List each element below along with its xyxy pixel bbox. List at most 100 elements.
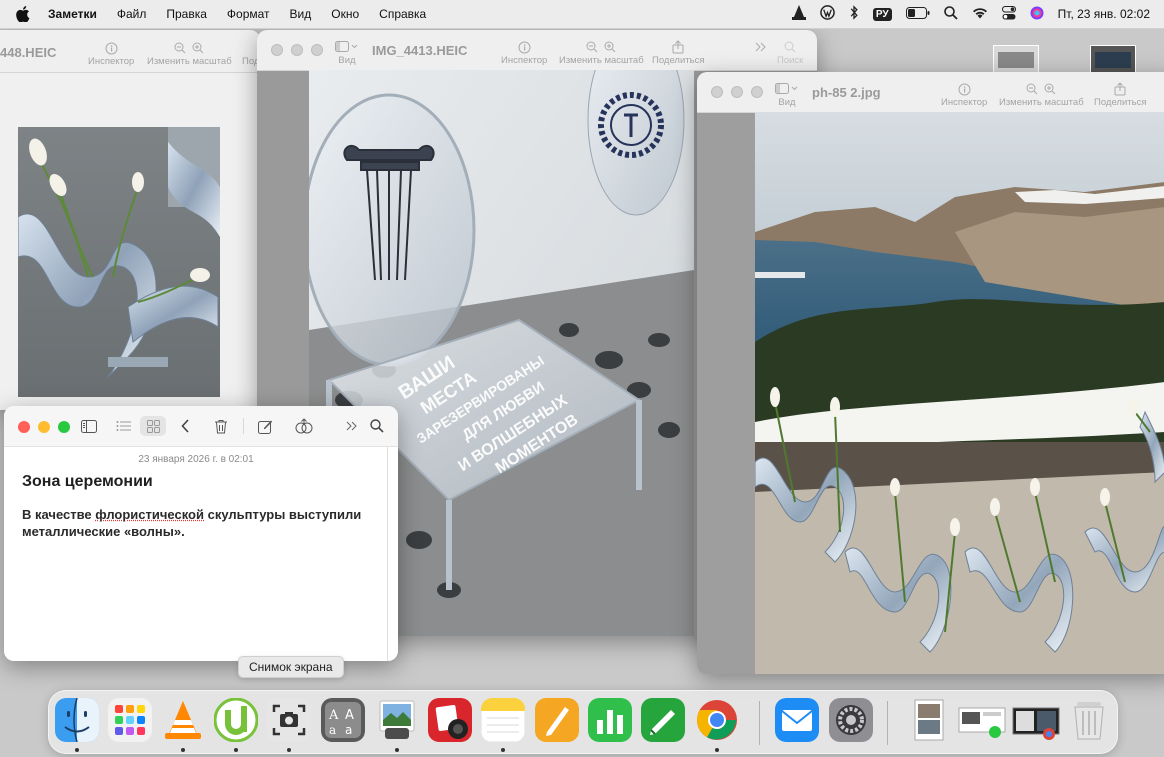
- view-button[interactable]: Вид: [335, 39, 359, 66]
- search-icon: [784, 39, 796, 55]
- close-button[interactable]: [18, 421, 30, 433]
- view-button[interactable]: Вид: [775, 81, 799, 108]
- window-toolbar: Вид ph-85 2.jpg Инспектор Изменить масшт…: [697, 72, 1164, 113]
- bluetooth-icon[interactable]: [849, 5, 859, 23]
- running-indicator: [715, 748, 719, 752]
- dock-window-thumbnail[interactable]: [1011, 698, 1061, 742]
- inspector-button[interactable]: Инспектор: [88, 40, 134, 67]
- list-view-icon[interactable]: [113, 417, 133, 435]
- sidebar-toggle-icon[interactable]: [79, 417, 99, 435]
- desktop-file-thumbnail[interactable]: [993, 45, 1039, 75]
- spotlight-icon[interactable]: [943, 5, 958, 23]
- dock-document-thumbnail[interactable]: [907, 698, 951, 742]
- search-icon[interactable]: [367, 417, 387, 435]
- svg-text:a: a: [329, 723, 336, 737]
- dock-notes-icon[interactable]: [481, 698, 525, 742]
- note-body[interactable]: В качестве флористической скульптуры выс…: [22, 506, 372, 540]
- view-label: Вид: [338, 55, 356, 66]
- dock-photobooth-icon[interactable]: [428, 698, 472, 742]
- wifi-icon[interactable]: [972, 7, 988, 22]
- close-button[interactable]: [271, 44, 283, 56]
- battery-icon[interactable]: [905, 6, 930, 22]
- dock-vlc-icon[interactable]: [161, 698, 205, 742]
- desktop-file-thumbnail[interactable]: [1090, 45, 1136, 75]
- share-label: Поделиться: [652, 55, 705, 66]
- zoom-label: Изменить масштаб: [999, 97, 1084, 108]
- dock-keynote-icon[interactable]: [641, 698, 685, 742]
- more-toolbar-icon[interactable]: [342, 417, 362, 435]
- dock-system-settings-icon[interactable]: [829, 698, 873, 742]
- notes-window: 23 января 2026 г. в 02:01 Зона церемонии…: [4, 406, 398, 661]
- apple-menu-icon[interactable]: [12, 6, 34, 22]
- dock-launchpad-icon[interactable]: [108, 698, 152, 742]
- preview-window-right: Вид ph-85 2.jpg Инспектор Изменить масшт…: [697, 72, 1164, 674]
- menu-edit[interactable]: Правка: [166, 7, 207, 21]
- menu-app-name[interactable]: Заметки: [48, 7, 97, 21]
- menu-file[interactable]: Файл: [117, 7, 147, 21]
- running-indicator: [234, 748, 238, 752]
- menu-format[interactable]: Формат: [227, 7, 270, 21]
- menu-view[interactable]: Вид: [290, 7, 312, 21]
- close-button[interactable]: [711, 86, 723, 98]
- more-toolbar-button[interactable]: [755, 39, 767, 55]
- dock-preview-icon[interactable]: [375, 698, 419, 742]
- inspector-label: Инспектор: [501, 55, 548, 66]
- view-label: Вид: [778, 97, 796, 108]
- menu-help[interactable]: Справка: [379, 7, 426, 21]
- sidebar-view-icon: [775, 81, 799, 97]
- note-date: 23 января 2026 г. в 02:01: [138, 454, 254, 465]
- menu-window[interactable]: Окно: [331, 7, 359, 21]
- input-source-badge[interactable]: РУ: [872, 7, 892, 21]
- zoom-button[interactable]: Изменить масштаб: [559, 39, 644, 66]
- compose-icon[interactable]: [255, 417, 275, 435]
- zoom-window-button[interactable]: [751, 86, 763, 98]
- scrollbar[interactable]: [387, 447, 388, 661]
- share-button[interactable]: Поделиться: [652, 39, 704, 66]
- dock-finder-icon[interactable]: [55, 698, 99, 742]
- running-indicator: [501, 748, 505, 752]
- inspector-button[interactable]: Инспектор: [941, 81, 987, 108]
- info-icon: [958, 81, 971, 97]
- share-button[interactable]: Поделиться: [1094, 81, 1146, 108]
- note-body-misspelled-word[interactable]: флористической: [95, 507, 204, 522]
- siri-icon[interactable]: [1030, 6, 1044, 23]
- chevron-double-right-icon: [755, 39, 767, 55]
- wordpress-status-icon[interactable]: [820, 5, 835, 23]
- zoom-window-button[interactable]: [311, 44, 323, 56]
- zoom-label: Изменить масштаб: [147, 56, 232, 67]
- dock-numbers-icon[interactable]: [588, 698, 632, 742]
- window-toolbar: Вид IMG_4413.HEIC Инспектор Изменить мас…: [257, 30, 817, 71]
- menu-clock[interactable]: Пт, 23 янв. 02:02: [1058, 7, 1150, 21]
- zoom-icons: [1026, 81, 1056, 97]
- dock-window-thumbnail[interactable]: [957, 698, 1007, 742]
- search-button[interactable]: Поиск: [777, 39, 803, 66]
- running-indicator: [287, 748, 291, 752]
- gallery-view-icon[interactable]: [140, 416, 166, 436]
- minimize-button[interactable]: [38, 421, 50, 433]
- trash-icon[interactable]: [211, 417, 231, 435]
- dock-trash-icon[interactable]: [1067, 698, 1111, 742]
- collaborate-icon[interactable]: [294, 417, 314, 435]
- dock-chrome-icon[interactable]: [695, 698, 739, 742]
- inspector-button[interactable]: Инспектор: [501, 39, 547, 66]
- dock-pages-icon[interactable]: [535, 698, 579, 742]
- vlc-status-icon[interactable]: [791, 5, 806, 23]
- note-title[interactable]: Зона церемонии: [22, 473, 153, 491]
- inspector-label: Инспектор: [941, 97, 988, 108]
- dock-screenshot-icon[interactable]: [267, 698, 311, 742]
- traffic-lights: [271, 44, 323, 56]
- back-chevron-icon[interactable]: [175, 417, 195, 435]
- dock-fontbook-icon[interactable]: AAaa: [321, 698, 365, 742]
- dock-utorrent-icon[interactable]: [214, 698, 258, 742]
- minimize-button[interactable]: [291, 44, 303, 56]
- svg-text:a: a: [345, 723, 352, 737]
- control-center-icon[interactable]: [1001, 5, 1016, 23]
- minimize-button[interactable]: [731, 86, 743, 98]
- dock-mail-icon[interactable]: [775, 698, 819, 742]
- zoom-button[interactable]: Изменить масштаб: [147, 40, 232, 67]
- zoom-window-button[interactable]: [58, 421, 70, 433]
- zoom-label: Изменить масштаб: [559, 55, 644, 66]
- window-toolbar: 448.HEIC Инспектор Изменить масштаб Поде: [0, 30, 260, 73]
- window-title: ph-85 2.jpg: [812, 85, 881, 100]
- zoom-button[interactable]: Изменить масштаб: [999, 81, 1084, 108]
